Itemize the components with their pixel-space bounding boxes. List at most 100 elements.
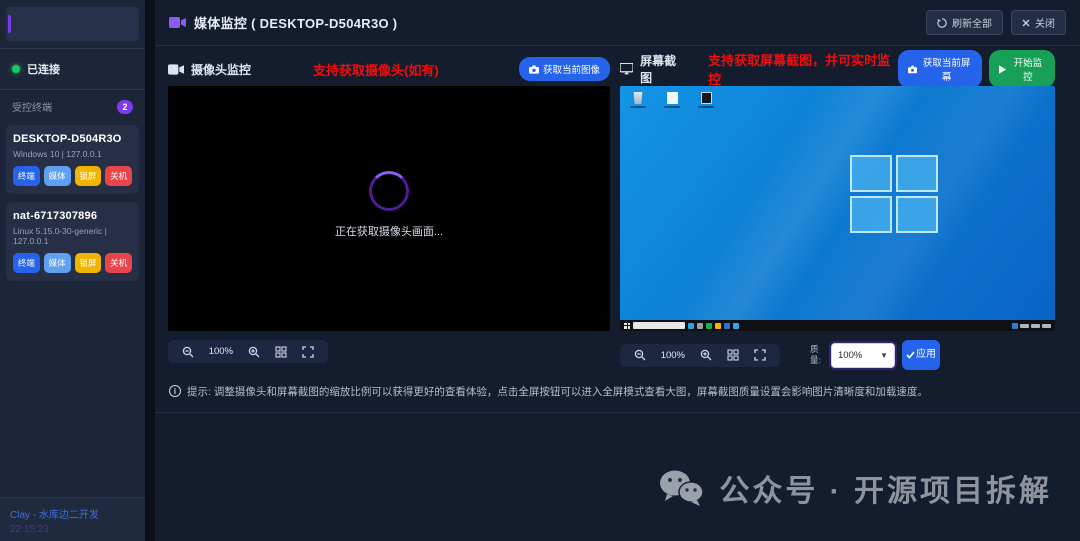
check-icon [906,351,915,359]
store-icon [733,323,739,329]
close-icon [1022,19,1030,27]
loading-spinner-icon [369,171,409,211]
terminal-count-badge: 2 [117,100,133,114]
media-monitor-header: 媒体监控 ( DESKTOP-D504R3O ) 刷新全部 关闭 [155,0,1080,46]
tip-bar: i 提示: 调整摄像头和屏幕截图的缩放比例可以获得更好的查看体验，点击全屏按钮可… [169,384,1066,399]
sidebar-footer: Clay - 水库边二开发 22:15:23 [0,497,145,541]
mail-icon [724,323,730,329]
remote-admin-app: 已连接 受控终端 2 DESKTOP-D504R3O Windows 10 | … [0,0,1080,541]
zoom-out-icon[interactable] [182,346,194,358]
shutdown-button[interactable]: 关机 [105,253,132,273]
screen-panel-header: 屏幕截图 支持获取屏幕截图，并可实时监控 获取当前屏幕 [620,56,1055,82]
apply-label: 应用 [916,349,936,362]
camera-note: 支持获取摄像头(如有) [313,60,439,79]
capture-screen-button[interactable]: 获取当前屏幕 [898,50,983,88]
controlled-terminals-section: 受控终端 2 [0,90,145,123]
screen-zoom-toolbar: 100% [620,344,780,367]
device-actions: 终端 媒体 锁屏 关机 [13,166,132,186]
camera-loading-text: 正在获取摄像头画面... [335,223,443,239]
screen-zoom-level: 100% [661,350,685,361]
logo-placeholder [6,7,139,41]
quality-value: 100% [838,350,862,361]
settings-icon [697,323,703,329]
play-icon [999,65,1006,74]
device-card-desktop[interactable]: DESKTOP-D504R3O Windows 10 | 127.0.0.1 终… [6,125,139,194]
watermark: 公众号 · 开源项目拆解 [657,466,1052,510]
recycle-bin-icon [628,92,648,108]
refresh-all-label: 刷新全部 [952,15,992,30]
device-os: Linux 5.15.0-30-generic | 127.0.0.1 [13,226,132,246]
device-name: nat-6717307896 [13,210,132,222]
taskbar-search-icon [633,322,685,329]
app-window-icon [696,92,716,108]
tip-text: 提示: 调整摄像头和屏幕截图的缩放比例可以获得更好的查看体验，点击全屏按钮可以进… [187,384,928,399]
zoom-out-icon[interactable] [634,349,646,361]
media-button[interactable]: 媒体 [44,166,71,186]
capture-screen-label: 获取当前屏幕 [921,55,973,83]
camera-icon [529,65,539,74]
zoom-in-icon[interactable] [248,346,260,358]
connected-dot-icon [12,65,20,73]
camera-zoom-level: 100% [209,346,233,357]
credit-link[interactable]: Clay - 水库边二开发 [10,506,135,521]
start-button-icon [624,323,630,329]
video-camera-icon [169,16,186,29]
browser-icon [688,323,694,329]
device-name: DESKTOP-D504R3O [13,133,132,145]
camera-panel-header: 摄像头监控 支持获取摄像头(如有) 获取当前图像 [168,56,610,82]
lockscreen-button[interactable]: 锁屏 [75,166,102,186]
wallpaper-light-ray [620,86,1055,331]
sidebar: 已连接 受控终端 2 DESKTOP-D504R3O Windows 10 | … [0,0,145,541]
device-card-linux[interactable]: nat-6717307896 Linux 5.15.0-30-generic |… [6,202,139,281]
app-icon [706,323,712,329]
system-tray [1012,323,1051,329]
device-actions: 终端 媒体 锁屏 关机 [13,253,132,273]
start-monitor-label: 开始监控 [1011,55,1045,83]
quality-select[interactable]: 100% ▼ [831,343,895,368]
divider [155,412,1080,413]
camera-loading: 正在获取摄像头画面... [168,171,610,239]
start-monitor-button[interactable]: 开始监控 [989,50,1055,88]
wechat-icon [657,468,705,508]
terminal-button[interactable]: 终端 [13,166,40,186]
camera-feed-area: 正在获取摄像头画面... [168,86,610,331]
capture-image-label: 获取当前图像 [543,62,600,76]
media-button[interactable]: 媒体 [44,253,71,273]
monitor-icon [620,63,633,75]
terminal-button[interactable]: 终端 [13,253,40,273]
fullscreen-icon[interactable] [302,346,314,358]
refresh-icon [937,18,947,28]
remote-taskbar [620,320,1055,331]
document-icon [662,92,682,108]
fit-screen-icon[interactable] [275,346,287,358]
lockscreen-button[interactable]: 锁屏 [75,253,102,273]
shutdown-button[interactable]: 关机 [105,166,132,186]
camera-panel-title: 摄像头监控 [191,61,251,78]
connection-status: 已连接 [0,48,145,90]
desktop-icons [628,92,716,108]
capture-image-button[interactable]: 获取当前图像 [519,57,610,81]
info-icon: i [169,385,181,397]
fullscreen-icon[interactable] [754,349,766,361]
close-button[interactable]: 关闭 [1011,10,1066,35]
camera-zoom-toolbar: 100% [168,340,328,363]
device-os: Windows 10 | 127.0.0.1 [13,149,132,159]
watermark-text: 公众号 · 开源项目拆解 [719,466,1052,510]
chevron-down-icon: ▼ [880,351,888,360]
section-label: 受控终端 [12,99,52,114]
connection-status-label: 已连接 [27,61,60,77]
fit-screen-icon[interactable] [727,349,739,361]
close-label: 关闭 [1035,15,1055,30]
quality-controls: 质量: 100% ▼ 应用 [810,340,940,370]
apply-quality-button[interactable]: 应用 [902,340,940,370]
main-panel: 媒体监控 ( DESKTOP-D504R3O ) 刷新全部 关闭 [155,0,1080,541]
screen-panel: 屏幕截图 支持获取屏幕截图，并可实时监控 获取当前屏幕 [620,56,1055,370]
screen-panel-title: 屏幕截图 [640,52,685,86]
footer-clock: 22:15:23 [10,524,135,535]
tray-icon [1012,323,1018,329]
zoom-in-icon[interactable] [700,349,712,361]
header-actions: 刷新全部 关闭 [926,10,1066,35]
refresh-all-button[interactable]: 刷新全部 [926,10,1003,35]
folder-icon [715,323,721,329]
screen-capture-image [620,86,1055,331]
